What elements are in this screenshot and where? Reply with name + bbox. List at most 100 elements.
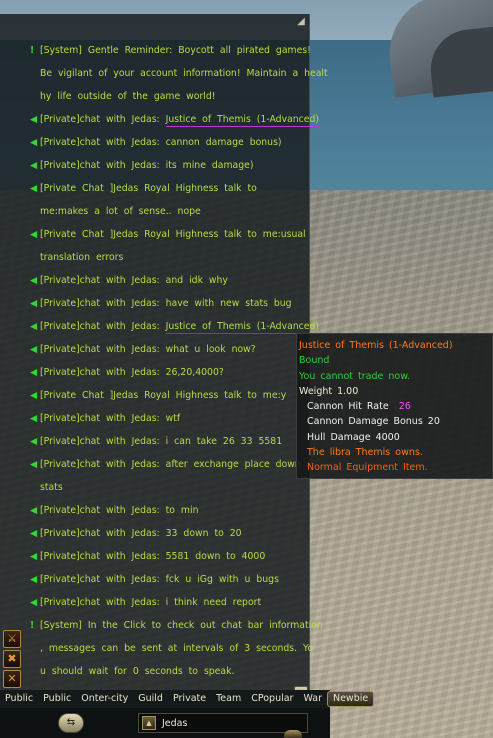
- chat-line: ◀ [Private]chat with Jedas: 5581 down to …: [30, 551, 308, 576]
- chat-text: [Private Chat ]Jedas Royal Highness talk…: [40, 183, 257, 194]
- chat-line: ◀ [Private Chat ]Jedas Royal Highness tal…: [30, 390, 308, 415]
- chat-text: [System] Gentle Reminder: Boycott all pi…: [40, 45, 311, 56]
- resize-grip-icon[interactable]: ◢: [295, 16, 307, 28]
- chat-text: [Private]chat with Jedas: its mine damag…: [40, 160, 254, 171]
- chat-text: [Private]chat with Jedas: i think need r…: [40, 597, 262, 608]
- chat-text: [Private]chat with Jedas: what u look no…: [40, 344, 256, 355]
- chat-line: ◀ [Private]chat with Jedas: Justice of Th…: [30, 114, 320, 139]
- tab-public[interactable]: Public: [38, 690, 76, 708]
- chat-text: [Private]chat with Jedas: wtf: [40, 413, 181, 424]
- speech-bubble-icon: ◀: [30, 390, 38, 401]
- chat-text: [Private]chat with Jedas: 26,20,4000?: [40, 367, 224, 378]
- chat-line: ! [System] In the Click to check out chat…: [30, 621, 323, 645]
- chat-line: ◀ [Private Chat ]Jedas Royal Highness tal…: [30, 229, 308, 254]
- chat-line: Be vigilant of your account information!…: [30, 69, 328, 93]
- speech-bubble-icon: ◀: [30, 574, 38, 585]
- chat-text: , messages can be sent at intervals of 3…: [40, 643, 314, 654]
- item-tooltip: Justice of Themis (1-Advanced) Bound You…: [296, 333, 493, 479]
- chat-line: ◀ [Private]chat with Jedas: Justice of Th…: [30, 321, 320, 346]
- chat-line: , messages can be sent at intervals of 3…: [30, 644, 313, 668]
- tooltip-weight: Weight 1.00: [299, 385, 359, 397]
- speech-bubble-icon: ◀: [30, 183, 38, 194]
- tab-newbie[interactable]: Newbie: [326, 691, 375, 707]
- chat-text: hy life outside of the game world!: [40, 91, 216, 102]
- chat-text: translation errors: [40, 252, 124, 263]
- channel-tabs: Public Public Onter-city Guild Private Team CP…: [0, 690, 375, 708]
- chat-text: [Private Chat ]Jedas Royal Highness talk…: [40, 390, 287, 401]
- chat-log: ! [System] Gentle Reminder: Boycott all p…: [30, 45, 328, 691]
- chat-line: ◀ [Private]chat with Jedas: what u look n…: [30, 344, 308, 369]
- chat-text: [Private]chat with Jedas: fck u iGg with…: [40, 574, 279, 585]
- tooltip-stat-damage-bonus: Cannon Damage Bonus 20: [307, 416, 440, 428]
- speech-bubble-icon: ◀: [30, 137, 38, 148]
- chat-line: ! [System] Gentle Reminder: Boycott all p…: [30, 45, 311, 70]
- tab-cpopular[interactable]: CPopular: [246, 690, 298, 708]
- speech-bubble-icon: ◀: [30, 321, 38, 332]
- tab-war[interactable]: War: [298, 690, 327, 708]
- speech-bubble-icon: ◀: [30, 298, 38, 309]
- close-icon: ✕: [7, 672, 17, 685]
- speech-bubble-icon: ◀: [30, 413, 38, 424]
- tab-team[interactable]: Team: [211, 690, 246, 708]
- chat-line: ◀ [Private]chat with Jedas: cannon damage…: [30, 137, 308, 162]
- chat-text: [Private]chat with Jedas: after exchange…: [40, 459, 313, 470]
- send-button[interactable]: [284, 730, 302, 738]
- chat-text: [Private Chat ]Jedas Royal Highness talk…: [40, 229, 306, 240]
- speech-bubble-icon: ◀: [30, 459, 38, 470]
- chat-text: me:makes a lot of sense.. nope: [40, 206, 201, 217]
- speech-bubble-icon: ◀: [30, 436, 38, 447]
- chat-line: ◀ [Private]chat with Jedas: i think need …: [30, 597, 308, 622]
- chat-text: [Private]chat with Jedas: to min: [40, 505, 199, 516]
- speech-bubble-icon: ◀: [30, 275, 38, 286]
- tab-guild[interactable]: Guild: [133, 690, 168, 708]
- tooltip-item-name: Justice of Themis (1-Advanced): [299, 340, 453, 351]
- speech-bubble-icon: ◀: [30, 367, 38, 378]
- tooltip-stat-hull-damage: Hull Damage 4000: [307, 431, 400, 443]
- chat-text: [Private]chat with Jedas: 33 down to 20: [40, 528, 242, 539]
- speech-bubble-icon: ◀: [30, 551, 38, 562]
- chat-line: hy life outside of the game world!: [30, 91, 308, 116]
- chat-clear-button[interactable]: ✕: [3, 670, 21, 688]
- chat-text: [Private]chat with Jedas: have with new …: [40, 298, 292, 309]
- chat-line: ◀ [Private]chat with Jedas: and idk why: [30, 275, 308, 300]
- tooltip-trade-status: You cannot trade now.: [299, 370, 411, 382]
- chat-line: ◀ [Private]chat with Jedas: its mine dama…: [30, 160, 308, 185]
- channel-switch-button[interactable]: ⇆: [58, 713, 84, 733]
- tooltip-quality: Normal Equipment Item.: [307, 462, 428, 474]
- whisper-target-name: Jedas: [162, 717, 188, 729]
- speech-bubble-icon: ◀: [30, 229, 38, 240]
- chat-line: stats: [30, 482, 308, 507]
- chat-line: ◀ [Private]chat with Jedas: 26,20,4000?: [30, 367, 308, 392]
- tab-ontercity[interactable]: Onter-city: [76, 690, 133, 708]
- tab-private[interactable]: Private: [168, 690, 211, 708]
- chat-text: [Private]chat with Jedas: and idk why: [40, 275, 228, 286]
- chat-line: ◀ [Private]chat with Jedas: wtf: [30, 413, 308, 438]
- speech-bubble-icon: ◀: [30, 160, 38, 171]
- swap-arrows-icon: ⇆: [66, 717, 76, 728]
- chat-text: u should wait for 0 seconds to speak.: [40, 666, 235, 677]
- tooltip-bound: Bound: [299, 355, 330, 367]
- chat-line: ◀ [Private Chat ]Jedas Royal Highness tal…: [30, 183, 308, 208]
- speech-bubble-icon: ◀: [30, 528, 38, 539]
- chat-settings-button[interactable]: ⚔: [3, 630, 21, 648]
- speech-bubble-icon: ◀: [30, 114, 38, 125]
- triangle-up-icon[interactable]: ▲: [142, 716, 156, 730]
- chat-text: stats: [40, 482, 63, 493]
- tooltip-stat-hit-rate: Cannon Hit Rate 26: [299, 399, 492, 414]
- chat-line: translation errors: [30, 252, 308, 277]
- chat-text: [Private]chat with Jedas: Justice of The…: [40, 114, 320, 127]
- tab-public[interactable]: Public: [0, 690, 38, 708]
- stat-label: Cannon Hit Rate: [307, 401, 389, 413]
- chat-text: [Private]chat with Jedas: 5581 down to 4…: [40, 551, 266, 562]
- cross-icon: ✖: [7, 652, 17, 665]
- stat-value: 26: [398, 401, 411, 413]
- chat-prefix: [Private]chat with Jedas:: [40, 114, 166, 125]
- item-link[interactable]: Justice of Themis (1-Advanced): [165, 114, 320, 127]
- chat-text: [Private]chat with Jedas: Justice of The…: [40, 321, 320, 334]
- chat-text: [Private]chat with Jedas: i can take 26 …: [40, 436, 283, 447]
- chat-line: u should wait for 0 seconds to speak.: [30, 666, 308, 691]
- chat-filter-button[interactable]: ✖: [3, 650, 21, 668]
- whisper-target-field[interactable]: ▲ Jedas: [138, 713, 308, 733]
- chat-line: ◀ [Private]chat with Jedas: to min: [30, 505, 308, 530]
- speech-bubble-icon: ◀: [30, 344, 38, 355]
